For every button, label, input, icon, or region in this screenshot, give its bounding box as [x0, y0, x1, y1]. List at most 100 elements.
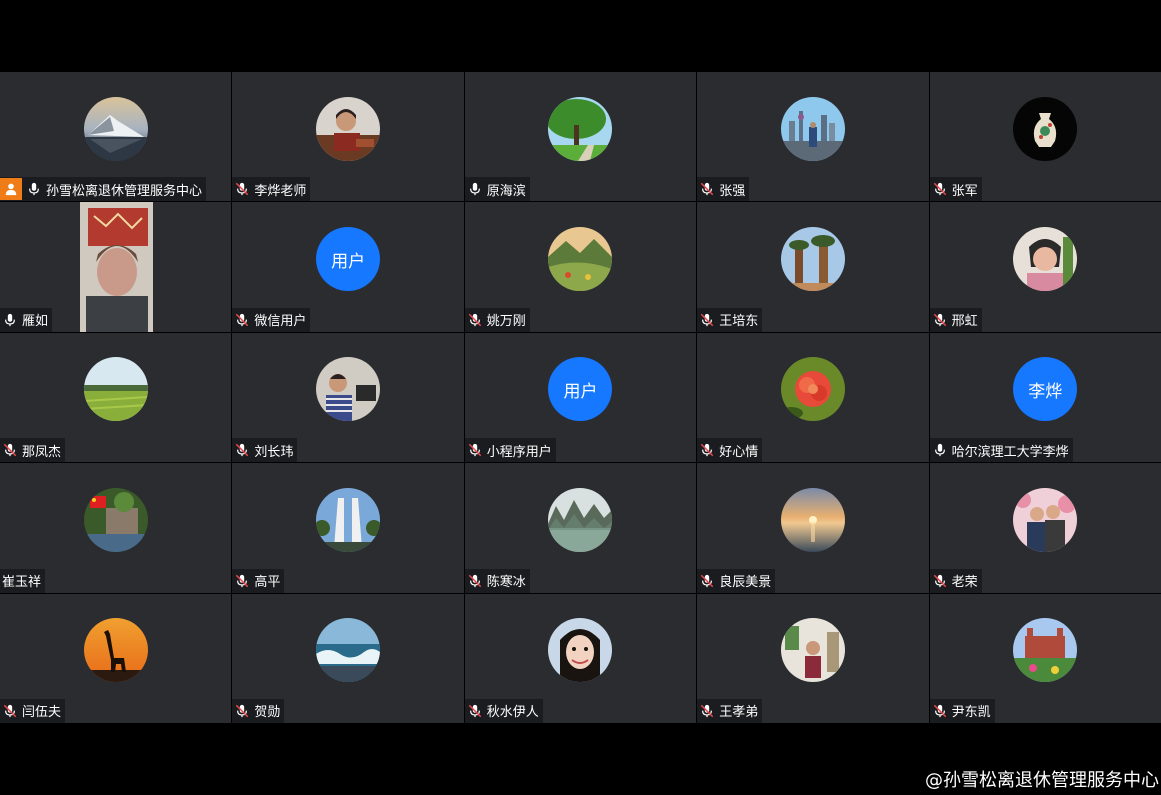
participant-name-tag: 王孝弟	[697, 698, 763, 723]
participant-avatar	[548, 96, 613, 161]
participant-tile[interactable]: 良辰美景	[697, 463, 929, 593]
participant-tile[interactable]: 李烨老师	[232, 72, 464, 202]
participant-tile[interactable]: 张强	[697, 72, 929, 202]
participant-name-tag: 尹东凯	[929, 698, 995, 723]
participant-name: 王培东	[719, 314, 759, 330]
mic-icon	[26, 181, 42, 197]
participant-tile[interactable]: 用户微信用户	[232, 202, 464, 332]
participant-name: 老荣	[951, 575, 978, 591]
participant-tile[interactable]: 王培东	[697, 202, 929, 332]
participant-name-tag: 原海滨	[464, 177, 530, 202]
participant-name: 秋水伊人	[486, 705, 539, 721]
participant-avatar	[548, 487, 613, 552]
participant-name-tag: 李烨老师	[232, 177, 311, 202]
participant-name: 王孝弟	[719, 705, 759, 721]
participant-video	[80, 202, 153, 332]
participant-avatar	[780, 96, 845, 161]
participant-name: 闫伍夫	[22, 705, 62, 721]
mic-icon	[932, 442, 948, 458]
participant-tile[interactable]: 姚万刚	[464, 202, 697, 332]
participant-avatar	[780, 357, 845, 422]
participant-tile[interactable]: 李烨哈尔滨理工大学李烨	[929, 332, 1161, 463]
mic-muted-icon	[699, 703, 715, 719]
participant-name-tag: 陈寒冰	[464, 568, 530, 593]
participant-name-tag: 张强	[697, 177, 750, 202]
participant-name-tag: 微信用户	[232, 307, 311, 332]
participant-tile[interactable]: 陈寒冰	[464, 463, 697, 593]
participant-avatar	[316, 487, 381, 552]
participant-avatar	[1013, 227, 1078, 292]
participant-name: 好心情	[719, 444, 759, 460]
participant-avatar: 李烨	[1013, 357, 1078, 422]
mic-muted-icon	[2, 442, 18, 458]
participant-avatar	[83, 96, 148, 161]
mic-muted-icon	[699, 312, 715, 328]
mic-muted-icon	[234, 703, 250, 719]
participant-name: 崔玉祥	[2, 575, 42, 591]
participant-avatar	[83, 618, 148, 683]
participant-name: 那凤杰	[22, 444, 62, 460]
mic-muted-icon	[932, 312, 948, 328]
participant-tile[interactable]: 用户 小程序用户	[464, 332, 697, 463]
participant-tile[interactable]: 张军	[929, 72, 1161, 202]
mic-muted-icon	[234, 312, 250, 328]
participant-name-tag: 闫伍夫	[0, 698, 66, 723]
participant-tile[interactable]: 原海滨	[464, 72, 697, 202]
mic-muted-icon	[467, 573, 483, 589]
participant-tile[interactable]: 刘长玮	[232, 332, 464, 463]
participant-tile[interactable]: 孙雪松离退休管理服务中心	[0, 72, 232, 202]
participant-name-tag: 小程序用户	[464, 438, 556, 463]
participant-name: 张军	[951, 183, 978, 199]
participant-name: 邢虹	[951, 314, 978, 330]
participant-tile[interactable]: 那凤杰	[0, 332, 232, 463]
mic-muted-icon	[932, 181, 948, 197]
participant-tile[interactable]: 崔玉祥	[0, 463, 232, 593]
participant-name: 雁如	[22, 314, 49, 330]
participant-name: 李烨老师	[254, 183, 307, 199]
participant-avatar: 用户	[316, 227, 381, 292]
participant-avatar	[548, 227, 613, 292]
participant-avatar	[780, 487, 845, 552]
participant-name-tag: 良辰美景	[697, 568, 776, 593]
participant-tile[interactable]: 雁如	[0, 202, 232, 332]
participant-avatar	[1013, 618, 1078, 683]
participant-tile[interactable]: 闫伍夫	[0, 593, 232, 723]
participant-name: 孙雪松离退休管理服务中心	[46, 183, 203, 199]
participant-name-tag: 王培东	[697, 307, 763, 332]
participant-name-tag: 张军	[929, 177, 982, 202]
participant-tile[interactable]: 贺勋	[232, 593, 464, 723]
mic-muted-icon	[234, 442, 250, 458]
participant-avatar	[316, 357, 381, 422]
mic-muted-icon	[699, 442, 715, 458]
mic-muted-icon	[467, 312, 483, 328]
participant-avatar	[548, 618, 613, 683]
participant-avatar	[316, 96, 381, 161]
participant-tile[interactable]: 邢虹	[929, 202, 1161, 332]
participant-name: 陈寒冰	[486, 575, 526, 591]
participant-tile[interactable]: 老荣	[929, 463, 1161, 593]
participant-name: 高平	[254, 575, 281, 591]
mic-muted-icon	[2, 703, 18, 719]
participant-name-tag: 哈尔滨理工大学李烨	[929, 438, 1073, 463]
participant-name-tag: 好心情	[697, 438, 763, 463]
participant-tile[interactable]: 尹东凯	[929, 593, 1161, 723]
participant-tile[interactable]: 高平	[232, 463, 464, 593]
meeting-screen: 孙雪松离退休管理服务中心 李烨老师 原海滨 张强 张军 雁如 用户 微信用户 姚万刚 王培东 邢虹那…	[0, 0, 1161, 795]
participant-name: 姚万刚	[486, 314, 526, 330]
participant-name: 刘长玮	[254, 444, 294, 460]
participant-name: 良辰美景	[719, 575, 772, 591]
participant-name: 张强	[719, 183, 746, 199]
participant-tile[interactable]: 秋水伊人	[464, 593, 697, 723]
participant-tile[interactable]: 好心情	[697, 332, 929, 463]
mic-muted-icon	[467, 442, 483, 458]
mic-muted-icon	[932, 703, 948, 719]
participant-name: 微信用户	[254, 314, 307, 330]
participant-name-tag: 姚万刚	[464, 307, 530, 332]
participant-tile[interactable]: 王孝弟	[697, 593, 929, 723]
mic-muted-icon	[699, 181, 715, 197]
participant-avatar	[83, 487, 148, 552]
participant-avatar	[1013, 487, 1078, 552]
participant-name-tag: 崔玉祥	[0, 568, 46, 593]
participant-name-tag: 高平	[232, 568, 285, 593]
participant-name: 原海滨	[486, 183, 526, 199]
